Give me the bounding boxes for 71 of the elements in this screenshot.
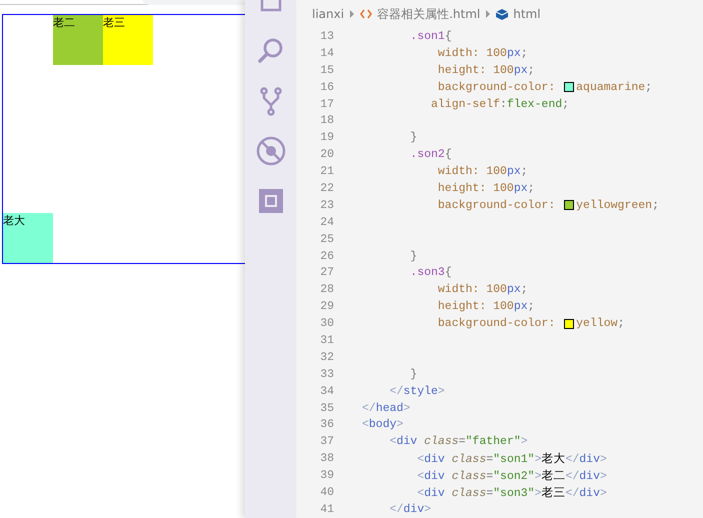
flex-item: 老二 — [53, 15, 103, 65]
line-number: 15 — [319, 64, 334, 77]
code-text: align-self:flex-end; — [431, 98, 570, 110]
line-number: 29 — [319, 300, 334, 314]
line-number: 32 — [319, 350, 334, 364]
breadcrumb-item[interactable]: lianxi — [312, 7, 344, 21]
code-text: </style> — [390, 384, 445, 398]
line-number: 38 — [319, 452, 334, 466]
code-text: yellow; — [576, 317, 624, 330]
line-number: 13 — [319, 30, 334, 43]
line-number: 16 — [319, 80, 334, 94]
code-text: <div class="father"> — [390, 435, 528, 448]
line-number: 17 — [319, 98, 334, 110]
line-number: 23 — [319, 198, 334, 212]
code-text: } — [410, 250, 418, 263]
code-text: aquamarine; — [576, 80, 652, 94]
line-number: 37 — [319, 435, 334, 448]
code-text: } — [410, 131, 418, 144]
code-text: </head> — [362, 402, 410, 415]
line-number: 25 — [319, 232, 334, 246]
line-number: 33 — [319, 368, 334, 381]
breadcrumb-item[interactable]: html — [513, 7, 541, 21]
line-number: 27 — [319, 266, 334, 280]
code-text: height: 100px; — [438, 64, 535, 77]
cube-icon — [496, 8, 508, 20]
code-text: </div> — [390, 502, 432, 516]
debug-icon[interactable] — [256, 136, 286, 166]
color-swatch-icon[interactable] — [564, 200, 574, 210]
code-text: .son1{ — [410, 30, 452, 43]
line-number: 20 — [319, 148, 334, 162]
code-text: width: 100px; — [438, 283, 528, 296]
chevron-icon — [485, 10, 492, 18]
line-number: 18 — [319, 114, 334, 128]
breadcrumb-item[interactable]: 容器相关属性.html — [377, 6, 480, 22]
code-text: background-color: — [438, 80, 556, 94]
line-number: 28 — [319, 283, 334, 296]
color-swatch-icon[interactable] — [564, 318, 574, 329]
line-number: 26 — [319, 250, 334, 263]
code-text: .son2{ — [410, 148, 452, 162]
line-number: 30 — [319, 317, 334, 330]
line-number: 19 — [319, 131, 334, 144]
line-number: 24 — [319, 216, 334, 229]
code-text: <body> — [362, 418, 404, 432]
line-number: 34 — [319, 384, 334, 398]
search-icon[interactable] — [256, 36, 286, 66]
flex-item: 老大 — [3, 213, 53, 263]
flex-item: 老三 — [103, 15, 153, 65]
chevron-icon — [349, 10, 356, 18]
line-number: 39 — [319, 469, 334, 482]
code-text: <div class="son1">老大</div> — [417, 452, 607, 466]
code-text: yellowgreen; — [576, 198, 659, 212]
line-number: 40 — [319, 486, 334, 499]
line-number: 35 — [319, 402, 334, 415]
line-number: 22 — [319, 182, 334, 195]
line-number: 21 — [319, 165, 334, 178]
code-text: width: 100px; — [438, 46, 528, 60]
code-text: <div class="son2">老二</div> — [417, 468, 607, 484]
line-number: 36 — [319, 418, 334, 432]
line-number: 14 — [319, 46, 334, 60]
code-text: height: 100px; — [438, 300, 535, 314]
line-number: 31 — [319, 334, 334, 347]
code-text: height: 100px; — [438, 182, 535, 195]
code-text: background-color: — [438, 198, 556, 212]
color-swatch-icon[interactable] — [564, 82, 574, 92]
code-text: background-color: — [438, 317, 556, 330]
code-text: <div class="son3">老三</div> — [417, 486, 607, 500]
code-text: .son3{ — [410, 266, 452, 280]
line-number: 41 — [319, 502, 334, 516]
code-text: } — [410, 368, 418, 381]
code-text: width: 100px; — [438, 165, 528, 178]
code-file-icon — [360, 9, 372, 19]
